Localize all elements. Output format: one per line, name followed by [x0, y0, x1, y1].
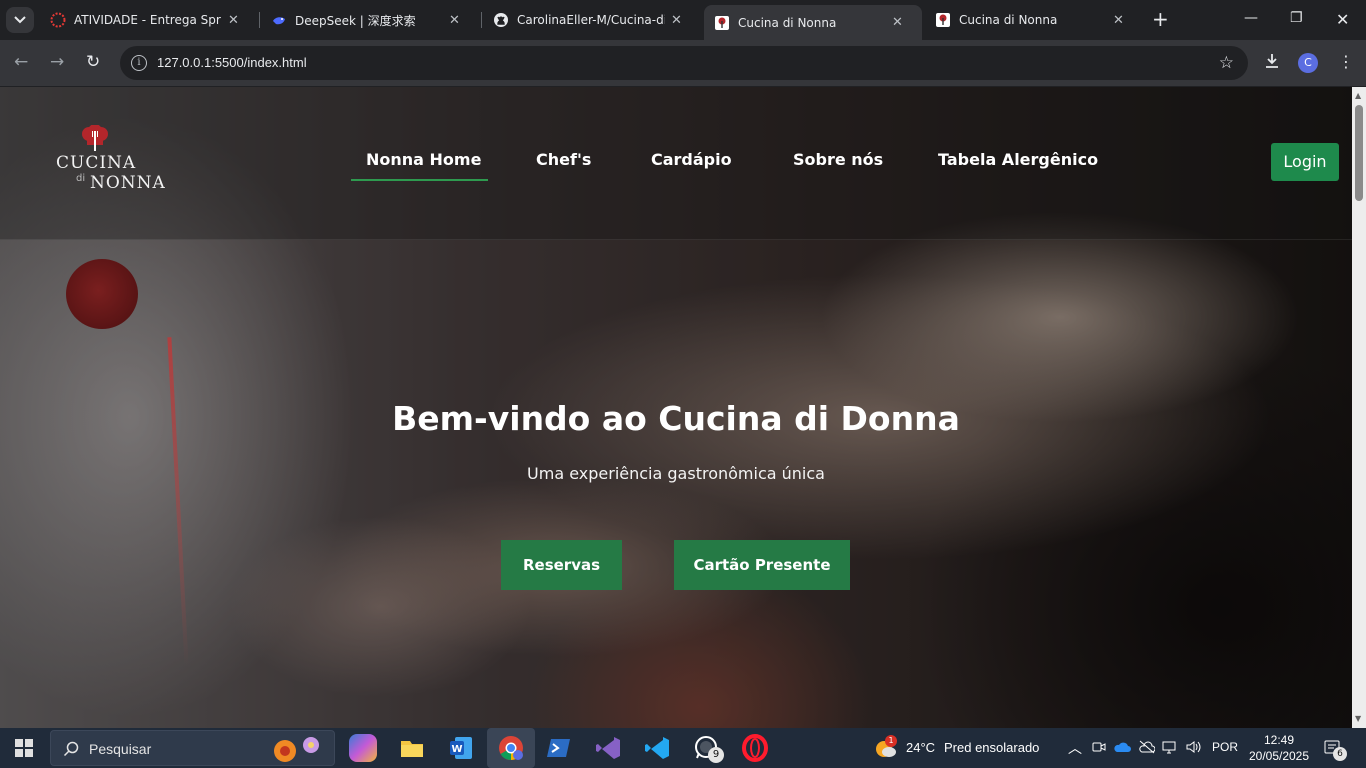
chevron-down-icon — [14, 16, 26, 24]
nav-home[interactable]: Nonna Home — [366, 150, 481, 169]
hero-title: Bem-vindo ao Cucina di Donna — [392, 399, 960, 438]
svg-text:W: W — [451, 744, 462, 755]
page-viewport: CUCINA di NONNA Nonna Home Chef's Cardáp… — [0, 87, 1352, 728]
cucina-favicon-icon — [715, 15, 729, 30]
chef-hat-icon — [82, 125, 108, 151]
whatsapp-icon[interactable]: 9 — [692, 734, 724, 763]
nav-tabela-alergenico[interactable]: Tabela Alergênico — [938, 150, 1098, 169]
logo-connector: di — [76, 173, 86, 184]
hero-background-decoration — [167, 337, 189, 667]
download-icon[interactable] — [1263, 52, 1281, 74]
address-bar[interactable]: i 127.0.0.1:5500/index.html ☆ — [120, 46, 1248, 80]
tab-title: CarolinaEller-M/Cucina-di-N — [517, 13, 665, 27]
tab-deepseek[interactable]: DeepSeek | 深度求索 ✕ — [261, 5, 479, 35]
close-icon[interactable]: ✕ — [449, 13, 460, 28]
cloud-off-icon[interactable] — [1139, 740, 1155, 754]
github-favicon-icon — [494, 13, 508, 27]
close-icon[interactable]: ✕ — [671, 13, 682, 28]
visual-studio-icon[interactable] — [594, 734, 622, 762]
windows-taskbar: Pesquisar W 9 1 24°C Pred ensolarado ︿ P… — [0, 728, 1366, 768]
file-explorer-icon[interactable] — [398, 734, 426, 762]
tab-title: DeepSeek | 深度求索 — [295, 13, 416, 28]
tab-search-button[interactable] — [6, 7, 34, 33]
opera-icon[interactable] — [741, 734, 769, 762]
menu-kebab-icon[interactable]: ⋮ — [1338, 52, 1354, 71]
whatsapp-badge: 9 — [708, 747, 724, 763]
forward-arrow-icon[interactable]: → — [50, 52, 64, 72]
profile-avatar[interactable]: C — [1298, 53, 1318, 73]
back-arrow-icon[interactable]: ← — [14, 52, 28, 72]
tab-cucina-active[interactable]: Cucina di Nonna ✕ — [704, 5, 922, 40]
word-icon[interactable]: W — [447, 734, 475, 762]
site-logo[interactable]: CUCINA di NONNA — [56, 125, 165, 195]
nav-chefs[interactable]: Chef's — [536, 150, 591, 169]
sprint-favicon-icon — [50, 12, 66, 28]
hero-subtitle: Uma experiência gastronômica única — [527, 464, 825, 483]
powershell-icon[interactable] — [545, 734, 573, 762]
search-icon — [63, 741, 79, 757]
tab-cucina[interactable]: Cucina di Nonna ✕ — [925, 5, 1143, 35]
new-tab-plus-icon[interactable]: + — [1152, 9, 1169, 29]
cartao-presente-button[interactable]: Cartão Presente — [674, 540, 850, 590]
close-icon[interactable]: ✕ — [892, 15, 903, 30]
bookmark-star-icon[interactable]: ☆ — [1219, 53, 1234, 73]
nav-sobre[interactable]: Sobre nós — [793, 150, 883, 169]
flower-decoration-icon — [274, 737, 319, 762]
cucina-favicon-icon — [936, 13, 950, 27]
tray-chevron-up-icon[interactable]: ︿ — [1068, 738, 1082, 758]
search-placeholder: Pesquisar — [89, 741, 152, 757]
url-text[interactable]: 127.0.0.1:5500/index.html — [157, 55, 307, 70]
deepseek-favicon-icon — [273, 17, 285, 25]
minimize-icon[interactable]: — — [1244, 10, 1258, 26]
restore-icon[interactable]: ❐ — [1290, 10, 1303, 26]
site-header: CUCINA di NONNA Nonna Home Chef's Cardáp… — [0, 87, 1352, 240]
taskbar-search[interactable]: Pesquisar — [50, 730, 335, 766]
tab-title: Cucina di Nonna — [959, 13, 1058, 27]
window-close-icon[interactable]: ✕ — [1336, 10, 1349, 29]
logo-text: CUCINA — [56, 153, 137, 173]
login-button[interactable]: Login — [1271, 143, 1339, 181]
clock-time: 12:49 — [1263, 733, 1295, 747]
hero-background-decoration — [66, 259, 138, 329]
copilot-icon[interactable] — [349, 734, 377, 762]
system-clock[interactable]: 12:49 20/05/2025 — [1248, 732, 1310, 764]
tab-atividade[interactable]: ATIVIDADE - Entrega Sprint ✕ — [40, 5, 258, 35]
reload-icon[interactable]: ↻ — [86, 52, 100, 72]
tab-github[interactable]: CarolinaEller-M/Cucina-di-N ✕ — [483, 5, 701, 35]
reservas-button[interactable]: Reservas — [501, 540, 622, 590]
page-scrollbar[interactable]: ▲ ▼ — [1352, 87, 1366, 728]
tab-divider — [481, 12, 482, 28]
tab-title: Cucina di Nonna — [738, 15, 837, 30]
site-info-icon[interactable]: i — [131, 55, 147, 71]
close-icon[interactable]: ✕ — [1113, 13, 1124, 28]
logo-text: NONNA — [90, 173, 166, 193]
windows-start-icon[interactable] — [15, 739, 33, 757]
language-indicator[interactable]: POR — [1212, 740, 1238, 754]
browser-tabstrip: ATIVIDADE - Entrega Sprint ✕ DeepSeek | … — [0, 0, 1366, 40]
tab-title: ATIVIDADE - Entrega Sprint — [74, 13, 222, 27]
weather-description[interactable]: Pred ensolarado — [944, 740, 1039, 755]
scroll-down-icon[interactable]: ▼ — [1355, 714, 1361, 723]
close-icon[interactable]: ✕ — [228, 13, 239, 28]
network-icon[interactable] — [1162, 740, 1178, 754]
clock-date: 20/05/2025 — [1248, 749, 1310, 763]
weather-temp[interactable]: 24°C — [906, 740, 935, 755]
scroll-up-icon[interactable]: ▲ — [1355, 91, 1361, 100]
nav-active-indicator — [351, 179, 488, 181]
scrollbar-thumb[interactable] — [1355, 105, 1363, 201]
browser-toolbar: ← → ↻ i 127.0.0.1:5500/index.html ☆ C ⋮ — [0, 40, 1366, 86]
nav-cardapio[interactable]: Cardápio — [651, 150, 732, 169]
tab-divider — [259, 12, 260, 28]
onedrive-cloud-icon[interactable] — [1113, 741, 1131, 753]
vscode-icon[interactable] — [643, 734, 671, 762]
weather-alert-badge: 1 — [885, 735, 897, 747]
chrome-icon[interactable] — [497, 734, 525, 762]
volume-icon[interactable] — [1185, 740, 1203, 754]
meet-camera-icon[interactable] — [1092, 740, 1106, 754]
notifications-badge: 6 — [1333, 747, 1347, 761]
